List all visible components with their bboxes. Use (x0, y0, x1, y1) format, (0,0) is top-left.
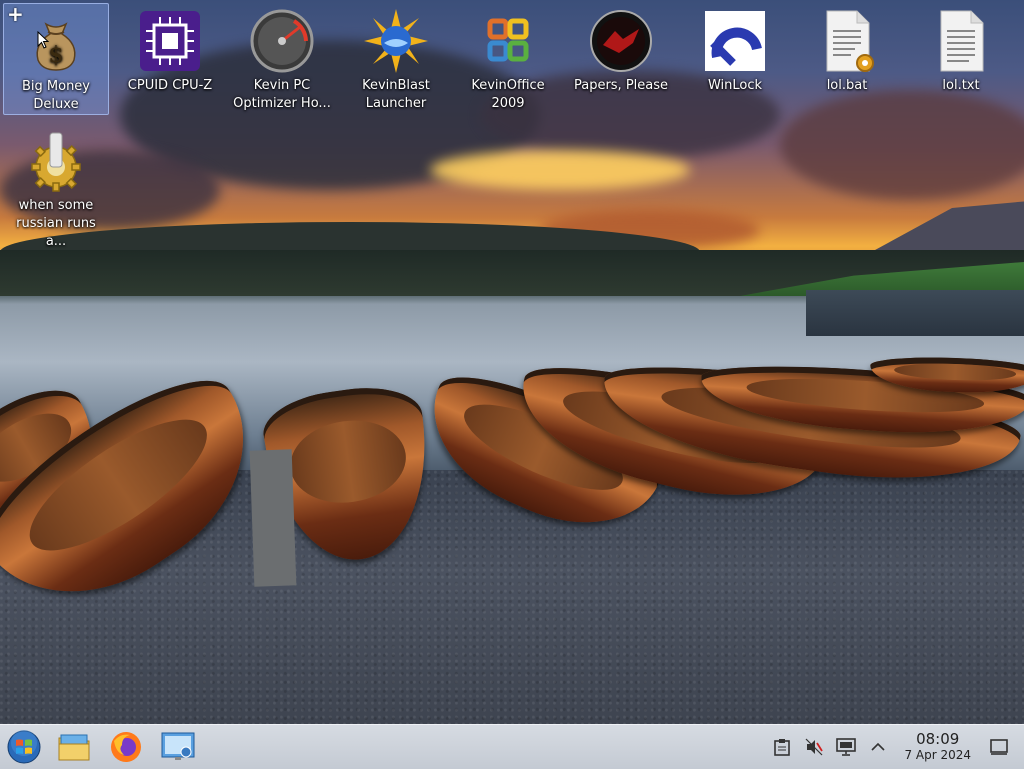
volume-button[interactable] (803, 736, 825, 758)
desktop-icon-russian-runs[interactable]: when some russian runs a... (3, 123, 109, 249)
desktop-icon-kevinblast-launcher[interactable]: KevinBlast Launcher (343, 3, 449, 115)
show-hidden-icons-button[interactable] (867, 736, 889, 758)
desktop-icon-label: KevinOffice 2009 (471, 78, 545, 111)
system-tray: 08:09 7 Apr 2024 (766, 725, 1024, 769)
show-desktop-button[interactable] (988, 736, 1010, 758)
desktop-icon-label: WinLock (707, 78, 763, 93)
clipboard-button[interactable] (771, 736, 793, 758)
batch-file-icon (815, 9, 879, 73)
clock[interactable]: 08:09 7 Apr 2024 (904, 731, 971, 763)
emblem-seal-icon (589, 9, 653, 73)
cpu-chip-icon (138, 9, 202, 73)
speedometer-icon (250, 9, 314, 73)
remote-desktop-button[interactable] (158, 727, 198, 767)
desktop-icon-label: lol.txt (942, 78, 980, 93)
desktop-icon-kevinoffice-2009[interactable]: KevinOffice 2009 (455, 3, 561, 115)
desktop-icon-label: CPUID CPU-Z (127, 78, 213, 93)
desktop-icon-label: Papers, Please (573, 78, 669, 93)
clock-date: 7 Apr 2024 (904, 748, 971, 762)
volume-muted-icon (806, 738, 824, 756)
clock-time: 08:09 (916, 730, 960, 748)
mouse-cursor-icon (37, 31, 49, 49)
desktop-icon-lol-bat[interactable]: lol.bat (794, 3, 900, 115)
show-desktop-icon (990, 739, 1008, 755)
desktop-icon-label: when some russian runs a... (16, 198, 96, 249)
firefox-button[interactable] (106, 727, 146, 767)
file-manager-button[interactable] (54, 727, 94, 767)
svg-text:$: $ (48, 42, 63, 68)
desktop-icon-label: KevinBlast Launcher (362, 78, 430, 111)
chevron-up-icon (871, 742, 886, 751)
file-manager-icon (58, 734, 90, 761)
office-logo-icon (476, 9, 540, 73)
gear-script-icon (24, 129, 88, 193)
desktop-icon-papers-please[interactable]: Papers, Please (568, 3, 674, 115)
desktop-icon-cpuid-cpu-z[interactable]: CPUID CPU-Z (117, 3, 223, 115)
desktop-icon-kevin-pc-optimizer[interactable]: Kevin PC Optimizer Ho... (229, 3, 335, 115)
display-button[interactable] (835, 736, 857, 758)
money-bag-icon: $ (24, 10, 88, 74)
taskbar: 08:09 7 Apr 2024 (0, 724, 1024, 769)
start-orb-icon (7, 730, 41, 764)
add-to-selection-icon[interactable]: + (7, 4, 24, 24)
desktop-icon-label: Kevin PC Optimizer Ho... (233, 78, 331, 111)
desktop-icon-label: lol.bat (826, 78, 868, 93)
remote-desktop-icon (161, 732, 195, 760)
sun-burst-icon (364, 9, 428, 73)
clipboard-icon (774, 739, 791, 756)
desktop-icon-lol-txt[interactable]: lol.txt (908, 3, 1014, 115)
desktop-icon-winlock[interactable]: WinLock (682, 3, 788, 115)
display-icon (836, 738, 857, 756)
desktop-icon-label: Big Money Deluxe (21, 79, 90, 112)
firefox-icon (111, 732, 141, 762)
start-menu-button[interactable] (4, 727, 44, 767)
winlock-icon (703, 9, 767, 73)
text-file-icon (929, 9, 993, 73)
